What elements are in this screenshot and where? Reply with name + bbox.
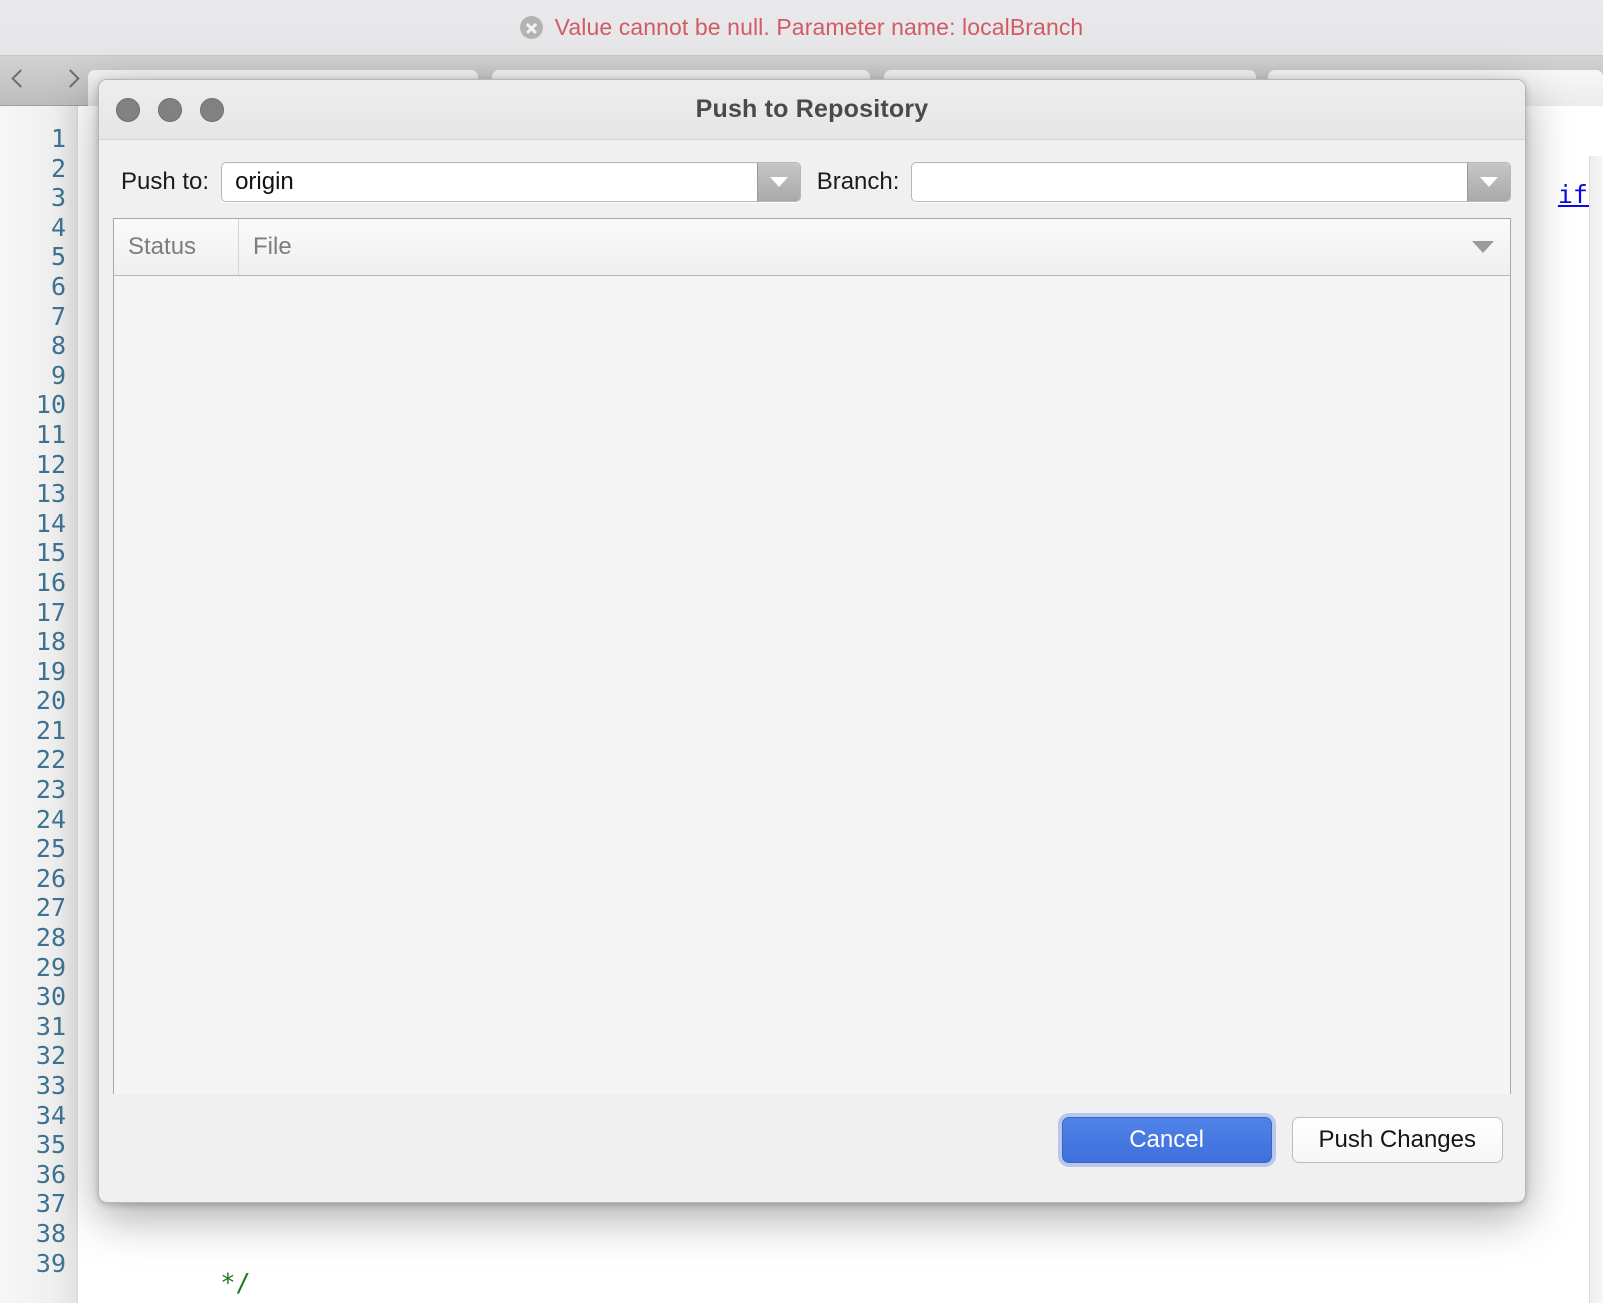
triangle-down-icon[interactable] xyxy=(1472,241,1494,253)
line-number: 31 xyxy=(35,1011,66,1041)
window-controls xyxy=(116,98,224,122)
line-number: 19 xyxy=(35,656,66,686)
editor-scrollbar[interactable] xyxy=(1589,156,1603,1303)
line-number: 26 xyxy=(35,863,66,893)
line-number: 3 xyxy=(50,183,66,213)
line-number: 36 xyxy=(35,1159,66,1189)
dialog-footer: Cancel Push Changes xyxy=(113,1094,1511,1186)
line-number: 8 xyxy=(50,331,66,361)
line-number: 14 xyxy=(35,508,66,538)
file-table-body[interactable] xyxy=(114,276,1510,1094)
line-number: 17 xyxy=(35,597,66,627)
line-number: 18 xyxy=(35,627,66,657)
line-number: 20 xyxy=(35,686,66,716)
dialog-body: Push to: origin Branch: Status File Canc… xyxy=(99,140,1525,1186)
line-number: 24 xyxy=(35,804,66,834)
push-to-combobox[interactable]: origin xyxy=(221,162,801,202)
file-table: Status File xyxy=(113,218,1511,1094)
push-to-repository-dialog: Push to Repository Push to: origin Branc… xyxy=(98,79,1526,1203)
line-number: 37 xyxy=(35,1189,66,1219)
column-header-file[interactable]: File xyxy=(239,219,1510,275)
line-number: 39 xyxy=(35,1248,66,1278)
error-banner: Value cannot be null. Parameter name: lo… xyxy=(0,0,1603,56)
line-number: 27 xyxy=(35,893,66,923)
line-number: 16 xyxy=(35,567,66,597)
chevron-down-icon xyxy=(769,177,788,187)
line-number: 2 xyxy=(50,153,66,183)
branch-label: Branch: xyxy=(816,168,900,195)
column-header-status[interactable]: Status xyxy=(114,219,239,275)
zoom-button[interactable] xyxy=(200,98,224,122)
line-number: 1 xyxy=(50,124,66,153)
screen: Value cannot be null. Parameter name: lo… xyxy=(0,0,1603,1303)
line-number: 4 xyxy=(50,212,66,242)
line-number: 34 xyxy=(35,1100,66,1130)
minimize-button[interactable] xyxy=(158,98,182,122)
error-banner-content: Value cannot be null. Parameter name: lo… xyxy=(519,14,1084,41)
line-number: 9 xyxy=(50,360,66,390)
branch-combobox[interactable] xyxy=(911,162,1511,202)
branch-dropdown-button[interactable] xyxy=(1467,163,1510,201)
line-number-list: 1 2 3 4 5 6 7 8 9 10 11 12 13 14 15 16 1… xyxy=(0,124,74,1278)
line-number: 23 xyxy=(35,775,66,805)
line-number: 28 xyxy=(35,923,66,953)
line-number: 12 xyxy=(35,449,66,479)
error-message: Value cannot be null. Parameter name: lo… xyxy=(554,14,1084,40)
line-number: 30 xyxy=(35,982,66,1012)
line-number: 10 xyxy=(35,390,66,420)
remote-and-branch-row: Push to: origin Branch: xyxy=(113,140,1511,218)
push-to-value[interactable]: origin xyxy=(222,168,757,196)
line-number: 7 xyxy=(50,301,66,331)
line-number: 15 xyxy=(35,538,66,568)
line-number: 6 xyxy=(50,271,66,301)
line-number: 35 xyxy=(35,1130,66,1160)
line-number: 29 xyxy=(35,952,66,982)
push-to-label: Push to: xyxy=(121,168,210,195)
line-number: 11 xyxy=(35,419,66,449)
line-number: 22 xyxy=(35,745,66,775)
push-to-dropdown-button[interactable] xyxy=(756,163,800,201)
line-number: 25 xyxy=(35,834,66,864)
file-table-header: Status File xyxy=(114,219,1510,276)
push-changes-button[interactable]: Push Changes xyxy=(1291,1117,1503,1163)
dialog-title: Push to Repository xyxy=(695,95,929,123)
line-number: 21 xyxy=(35,715,66,745)
cancel-button[interactable]: Cancel xyxy=(1061,1117,1272,1163)
dialog-titlebar: Push to Repository xyxy=(99,80,1525,140)
line-number: 32 xyxy=(35,1041,66,1071)
chevron-down-icon xyxy=(1480,177,1498,187)
close-button[interactable] xyxy=(116,98,140,122)
error-circle-x-icon xyxy=(519,16,543,39)
line-number: 5 xyxy=(50,242,66,272)
line-number: 13 xyxy=(35,479,66,509)
line-number: 38 xyxy=(35,1218,66,1248)
line-number: 33 xyxy=(35,1071,66,1100)
